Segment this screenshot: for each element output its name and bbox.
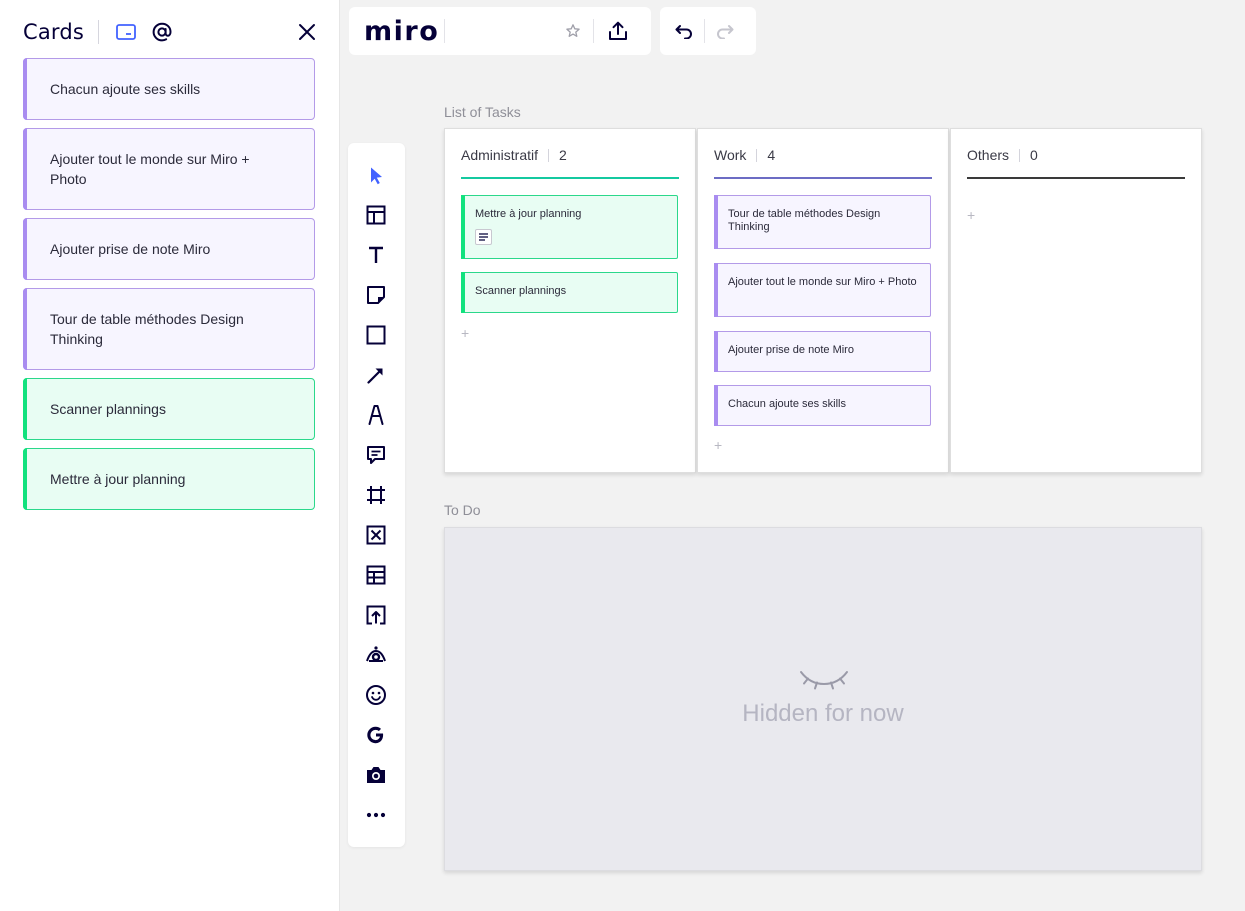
column-header[interactable]: Administratif 2 xyxy=(461,145,567,165)
sidebar-card[interactable]: Ajouter tout le monde sur Miro + Photo xyxy=(23,128,315,210)
column-count: 2 xyxy=(559,147,567,163)
sidebar-card-text: Scanner plannings xyxy=(50,401,166,417)
column-header[interactable]: Work 4 xyxy=(714,145,775,165)
comment-icon[interactable] xyxy=(364,443,388,467)
sidebar-card[interactable]: Scanner plannings xyxy=(23,378,315,440)
frame-icon[interactable] xyxy=(364,483,388,507)
kanban-frame-title: List of Tasks xyxy=(444,104,521,120)
sidebar-card-text: Ajouter prise de note Miro xyxy=(50,241,211,257)
creation-toolbar xyxy=(348,143,405,847)
topbar-divider xyxy=(593,19,594,43)
kanban-card-text: Mettre à jour planning xyxy=(475,208,582,220)
kanban-card-text: Ajouter tout le monde sur Miro + Photo xyxy=(728,276,917,288)
closed-eye-icon xyxy=(800,671,848,690)
mind-map-icon[interactable] xyxy=(364,643,388,667)
more-icon[interactable] xyxy=(364,803,388,827)
undo-button[interactable] xyxy=(664,11,704,51)
star-button[interactable] xyxy=(553,11,593,51)
undo-redo-bar xyxy=(660,7,756,55)
google-icon[interactable] xyxy=(364,723,388,747)
kanban-card-text: Chacun ajoute ses skills xyxy=(728,398,847,410)
kanban-card-text: Tour de table méthodes Design Thinking xyxy=(728,208,881,233)
column-name: Work xyxy=(714,147,747,163)
column-header-divider xyxy=(1019,148,1021,162)
todo-frame-title: To Do xyxy=(444,502,481,518)
share-button[interactable] xyxy=(598,11,638,51)
connection-line-icon[interactable] xyxy=(364,363,388,387)
table-icon[interactable] xyxy=(364,563,388,587)
mention-icon[interactable] xyxy=(151,21,173,43)
sidebar-header-divider xyxy=(98,20,100,44)
sidebar-card[interactable]: Ajouter prise de note Miro xyxy=(23,218,315,280)
kanban-card[interactable]: Tour de table méthodes Design Thinking xyxy=(714,195,931,249)
todo-frame-hidden[interactable]: Hidden for now xyxy=(444,527,1202,871)
kanban-card-text: Scanner plannings xyxy=(475,285,567,297)
kanban-card-text: Ajouter prise de note Miro xyxy=(728,344,854,356)
templates-icon[interactable] xyxy=(364,203,388,227)
kanban-card[interactable]: Mettre à jour planning xyxy=(461,195,678,259)
add-card-button[interactable]: + xyxy=(967,207,975,223)
kanban-board: Administratif 2 Mettre à jour planning S… xyxy=(444,128,1202,473)
kanban-column-others: Others 0 + xyxy=(950,128,1202,473)
close-icon[interactable] xyxy=(295,20,319,44)
sidebar-card[interactable]: Tour de table méthodes Design Thinking xyxy=(23,288,315,370)
miro-logo[interactable]: miro xyxy=(364,16,444,47)
hidden-for-now-text: Hidden for now xyxy=(742,700,904,727)
sticky-note-icon[interactable] xyxy=(364,283,388,307)
sidebar-card-text: Ajouter tout le monde sur Miro + Photo xyxy=(50,151,250,187)
description-icon xyxy=(475,229,492,245)
redo-button[interactable] xyxy=(705,11,745,51)
pen-icon[interactable] xyxy=(364,403,388,427)
board-topbar: miro xyxy=(349,7,651,55)
redo-icon xyxy=(717,25,734,39)
card-icon[interactable] xyxy=(364,523,388,547)
column-color-line xyxy=(967,177,1185,179)
column-name: Administratif xyxy=(461,147,539,163)
column-color-line xyxy=(714,177,932,179)
star-icon xyxy=(566,24,580,37)
card-view-icon[interactable] xyxy=(115,21,137,43)
sidebar-card[interactable]: Mettre à jour planning xyxy=(23,448,315,510)
sidebar-card-text: Chacun ajoute ses skills xyxy=(50,81,201,97)
kanban-card[interactable]: Ajouter tout le monde sur Miro + Photo xyxy=(714,263,931,317)
column-header[interactable]: Others 0 xyxy=(967,145,1038,165)
sidebar-card[interactable]: Chacun ajoute ses skills xyxy=(23,58,315,120)
sidebar-header: Cards xyxy=(23,14,323,50)
camera-icon[interactable] xyxy=(364,763,388,787)
column-header-divider xyxy=(548,148,550,162)
topbar-divider xyxy=(444,19,445,43)
kanban-column-administratif: Administratif 2 Mettre à jour planning S… xyxy=(444,128,696,473)
text-icon[interactable] xyxy=(364,243,388,267)
kanban-card[interactable]: Scanner plannings xyxy=(461,272,678,313)
kanban-card[interactable]: Chacun ajoute ses skills xyxy=(714,385,931,426)
add-card-button[interactable]: + xyxy=(714,437,722,453)
sidebar-card-list: Chacun ajoute ses skills Ajouter tout le… xyxy=(23,58,315,518)
sidebar-card-text: Tour de table méthodes Design Thinking xyxy=(50,311,244,347)
upload-icon[interactable] xyxy=(364,603,388,627)
column-header-divider xyxy=(756,148,758,162)
cards-sidebar: Cards Chacun ajoute ses skills Ajouter t… xyxy=(0,0,340,911)
add-card-button[interactable]: + xyxy=(461,325,469,341)
column-count: 4 xyxy=(767,147,776,163)
column-count: 0 xyxy=(1030,147,1038,163)
sidebar-card-text: Mettre à jour planning xyxy=(50,471,186,487)
column-color-line xyxy=(461,177,679,179)
emoji-icon[interactable] xyxy=(364,683,388,707)
upload-share-icon xyxy=(609,21,627,40)
kanban-card[interactable]: Ajouter prise de note Miro xyxy=(714,331,931,372)
shape-icon[interactable] xyxy=(364,323,388,347)
undo-icon xyxy=(675,25,692,39)
column-name: Others xyxy=(967,147,1010,163)
select-icon[interactable] xyxy=(364,163,388,187)
sidebar-title: Cards xyxy=(23,20,85,44)
kanban-column-work: Work 4 Tour de table méthodes Design Thi… xyxy=(697,128,949,473)
